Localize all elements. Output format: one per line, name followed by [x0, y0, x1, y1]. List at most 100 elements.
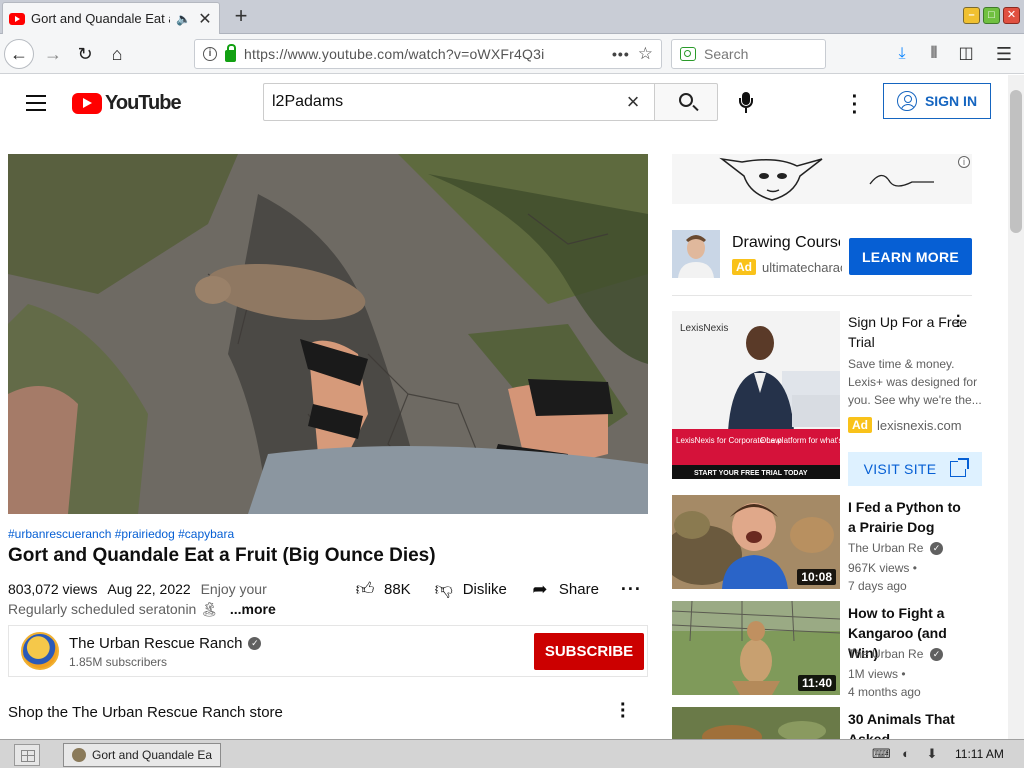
lock-icon[interactable]: [225, 43, 236, 62]
recommended-title[interactable]: I Fed a Python to a Prairie Dog: [848, 497, 963, 537]
os-taskbar: Gort and Quandale Eat a Fruit (Big Ounce…: [0, 739, 1024, 768]
channel-row: The Urban Rescue Ranch ✓ 1.85M subscribe…: [8, 625, 648, 677]
dislike-label: Dislike: [462, 580, 507, 598]
ad2-thumbnail: LexisNexis LexisNexis for Corporate Law …: [672, 311, 840, 479]
browser-nav-bar: ← → ↻ ⌂ i https://www.youtube.com/watch?…: [0, 34, 1024, 74]
recommended-age: 4 months ago: [848, 685, 921, 699]
maximize-button[interactable]: □: [983, 7, 1000, 24]
ad1-domain: ultimatecharacter.com: [762, 259, 842, 275]
sign-in-button[interactable]: SIGN IN: [883, 83, 991, 119]
upload-date: Aug 22, 2022: [107, 581, 191, 597]
close-tab-icon[interactable]: ✕: [197, 9, 213, 29]
more-actions-icon[interactable]: ···: [621, 579, 642, 600]
thumbnail-image: [672, 707, 840, 739]
verified-icon: ✓: [930, 541, 943, 555]
banner-ad[interactable]: i: [672, 154, 972, 204]
library-icon[interactable]: ⫴: [922, 42, 946, 66]
forward-button[interactable]: →: [38, 39, 68, 69]
guide-menu-icon[interactable]: [26, 95, 46, 111]
ad-info-icon[interactable]: i: [958, 156, 970, 168]
youtube-logo-text: YouTube: [105, 92, 182, 114]
dislike-button[interactable]: 👎︎ Dislike: [433, 578, 507, 600]
ad1-title[interactable]: Drawing Course: [732, 234, 840, 252]
page-scrollbar[interactable]: [1008, 75, 1024, 739]
taskbar-window-button[interactable]: Gort and Quandale Eat a Fruit (Big Ounce…: [63, 743, 221, 767]
scrollbar-thumb[interactable]: [1010, 90, 1022, 233]
search-placeholder: Search: [704, 46, 749, 62]
channel-avatar[interactable]: [21, 632, 59, 670]
ad2-image: LexisNexis LexisNexis for Corporate Law …: [672, 311, 840, 479]
menu-icon[interactable]: ☰: [992, 42, 1016, 66]
voice-search-icon[interactable]: [734, 90, 758, 116]
sponsored-ad-2[interactable]: LexisNexis LexisNexis for Corporate Law …: [672, 309, 992, 486]
recommended-title[interactable]: 30 Animals That Asked: [848, 709, 963, 739]
like-count: 88K: [384, 580, 411, 598]
browser-search-input[interactable]: Search: [671, 39, 826, 69]
page-actions-icon[interactable]: •••: [612, 46, 630, 62]
video-description[interactable]: 803,072 views Aug 22, 2022 Enjoy your Re…: [8, 579, 338, 619]
recommended-video[interactable]: 30 Animals That Asked: [672, 707, 992, 739]
url-bar[interactable]: i https://www.youtube.com/watch?v=oWXFr4…: [194, 39, 662, 69]
share-button[interactable]: ➦ Share: [529, 579, 599, 600]
shop-more-icon[interactable]: · · ·: [620, 695, 627, 727]
network-icon[interactable]: ◐: [898, 746, 914, 762]
channel-name[interactable]: The Urban Rescue Ranch: [69, 635, 242, 652]
back-button[interactable]: ←: [4, 39, 34, 69]
video-thumbnail[interactable]: [672, 707, 840, 739]
visit-site-button[interactable]: VISIT SITE: [848, 452, 982, 486]
video-hashtags[interactable]: #urbanrescueranch #prairiedog #capybara: [8, 527, 234, 541]
video-thumbnail[interactable]: 11:40: [672, 601, 840, 695]
channel-name-row[interactable]: The Urban Rescue Ranch ✓: [69, 635, 262, 652]
bookmark-star-icon[interactable]: ☆: [638, 44, 653, 64]
start-menu-button[interactable]: [14, 744, 40, 766]
video-player[interactable]: [8, 154, 648, 514]
youtube-search-input[interactable]: l2Padams ×: [263, 83, 655, 121]
video-title: Gort and Quandale Eat a Fruit (Big Ounce…: [8, 545, 436, 566]
ad2-description: Save time & money. Lexis+ was designed f…: [848, 357, 982, 407]
youtube-logo[interactable]: YouTube: [72, 92, 182, 115]
url-text[interactable]: https://www.youtube.com/watch?v=oWXFr4Q3…: [244, 46, 604, 62]
ad2-title[interactable]: Sign Up For a Free Trial: [848, 312, 968, 352]
keyboard-icon[interactable]: ⌨: [872, 746, 891, 762]
learn-more-button[interactable]: LEARN MORE: [849, 238, 972, 275]
verified-icon: ✓: [930, 647, 943, 661]
sidebar-toggle-icon[interactable]: ◫: [954, 42, 978, 66]
browser-tab[interactable]: Gort and Quandale Eat a Fruit (Big Ounce…: [2, 2, 220, 34]
tab-title: Gort and Quandale Eat a Fruit (Big Ounce…: [31, 11, 170, 26]
clock: 11:11 AM: [955, 747, 1004, 761]
youtube-search-button[interactable]: [654, 83, 718, 121]
info-icon[interactable]: i: [203, 47, 217, 61]
reload-button[interactable]: ↻: [70, 39, 100, 69]
download-icon[interactable]: ⤓: [890, 42, 914, 66]
speaker-icon[interactable]: 🔈: [176, 12, 191, 26]
sponsored-ad-1[interactable]: Drawing Course Ad ultimatecharacter.com …: [672, 230, 972, 286]
youtube-favicon-icon: [9, 12, 25, 25]
like-button[interactable]: 👍︎ 88K: [354, 578, 411, 600]
video-frame: [8, 154, 648, 514]
video-thumbnail[interactable]: 10:08: [672, 495, 840, 589]
recommended-video[interactable]: 10:08 I Fed a Python to a Prairie Dog Th…: [672, 495, 992, 593]
new-tab-button[interactable]: +: [228, 4, 254, 30]
subscribe-button[interactable]: SUBSCRIBE: [534, 633, 644, 670]
close-window-button[interactable]: ✕: [1003, 7, 1020, 24]
clear-search-icon[interactable]: ×: [620, 89, 646, 115]
recommended-views: 1M views: [848, 667, 899, 681]
recommended-views: 967K views: [848, 561, 910, 575]
update-icon[interactable]: ⬇: [924, 746, 940, 762]
show-more-link[interactable]: ...more: [230, 601, 276, 617]
home-button[interactable]: ⌂: [102, 39, 132, 69]
account-icon: [896, 91, 917, 111]
share-label: Share: [558, 580, 599, 598]
search-query[interactable]: l2Padams: [272, 93, 620, 111]
view-count: 803,072 views: [8, 581, 98, 597]
banner-ad-image: [672, 154, 972, 204]
verified-icon: ✓: [248, 637, 262, 650]
settings-kebab-icon[interactable]: · · ·: [843, 87, 867, 123]
ad2-image-line-2: One platform for what's next.: [760, 436, 840, 445]
window-controls: – □ ✕: [963, 7, 1020, 24]
ad2-more-icon[interactable]: · · ·: [956, 309, 961, 335]
recommended-video[interactable]: 11:40 How to Fight a Kangaroo (and Win) …: [672, 601, 992, 699]
ad-divider: [672, 295, 972, 296]
minimize-button[interactable]: –: [963, 7, 980, 24]
ad1-thumbnail: [672, 230, 720, 278]
